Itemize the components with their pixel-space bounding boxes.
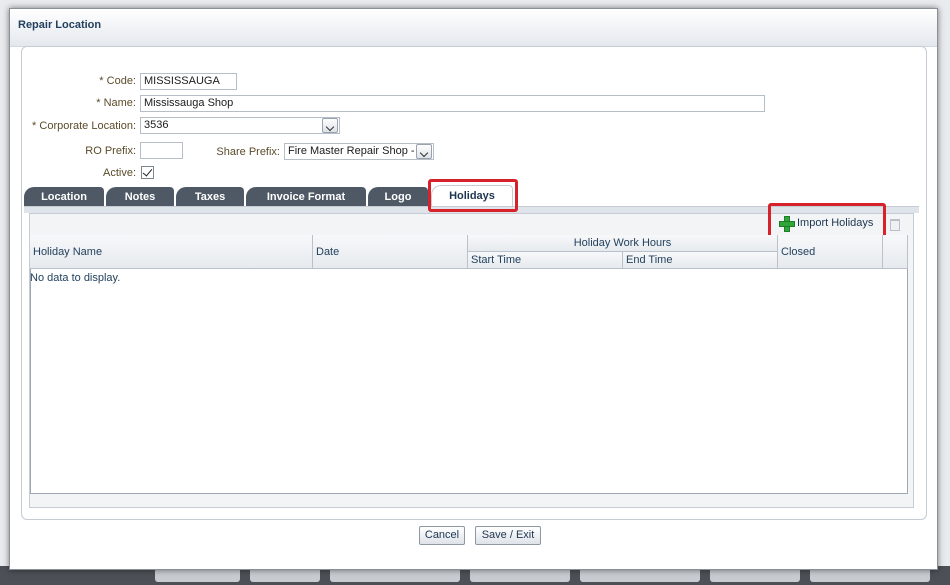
active-checkbox[interactable] — [141, 166, 154, 179]
cancel-button[interactable]: Cancel — [419, 526, 465, 545]
tab-invoice-format[interactable]: Invoice Format — [246, 187, 366, 207]
name-input[interactable]: Mississauga Shop — [140, 95, 765, 112]
empty-table-message: No data to display. — [30, 272, 121, 284]
repair-location-dialog: Repair Location * Code: MISSISSAUGA * Na… — [9, 8, 938, 570]
corporate-location-value: 3536 — [144, 119, 169, 131]
column-end-time[interactable]: End Time — [623, 252, 778, 269]
dialog-header — [10, 9, 937, 47]
ro-prefix-label: RO Prefix: — [85, 145, 136, 157]
active-label: Active: — [102, 167, 136, 179]
dialog-title: Repair Location — [18, 19, 102, 31]
share-prefix-value: Fire Master Repair Shop - — [288, 145, 415, 157]
share-prefix-select[interactable]: Fire Master Repair Shop - — [284, 143, 434, 160]
import-holidays-highlight — [768, 203, 886, 238]
holidays-table — [30, 235, 908, 494]
corporate-location-select[interactable]: 3536 — [140, 117, 340, 134]
tab-logo[interactable]: Logo — [368, 187, 428, 207]
column-date[interactable]: Date — [313, 235, 468, 269]
trash-icon[interactable] — [890, 219, 900, 231]
column-holiday-name[interactable]: Holiday Name — [30, 235, 313, 269]
code-input[interactable]: MISSISSAUGA — [140, 73, 237, 90]
column-group-holiday-work-hours: Holiday Work Hours — [468, 235, 778, 252]
tab-location[interactable]: Location — [24, 187, 104, 207]
tab-taxes[interactable]: Taxes — [176, 187, 244, 207]
column-spacer — [883, 235, 908, 269]
corporate-location-dropdown-icon[interactable] — [322, 118, 338, 133]
share-prefix-label: Share Prefix: — [216, 146, 280, 158]
ro-prefix-input[interactable] — [140, 142, 183, 159]
corporate-location-label: * Corporate Location: — [32, 120, 136, 132]
share-prefix-dropdown-icon[interactable] — [416, 144, 432, 159]
column-closed[interactable]: Closed — [778, 235, 883, 269]
code-label: * Code: — [99, 75, 136, 87]
name-label: * Name: — [96, 97, 136, 109]
column-start-time[interactable]: Start Time — [468, 252, 623, 269]
tab-notes[interactable]: Notes — [106, 187, 174, 207]
holidays-tab-highlight — [428, 179, 518, 212]
save-exit-button[interactable]: Save / Exit — [475, 526, 541, 545]
